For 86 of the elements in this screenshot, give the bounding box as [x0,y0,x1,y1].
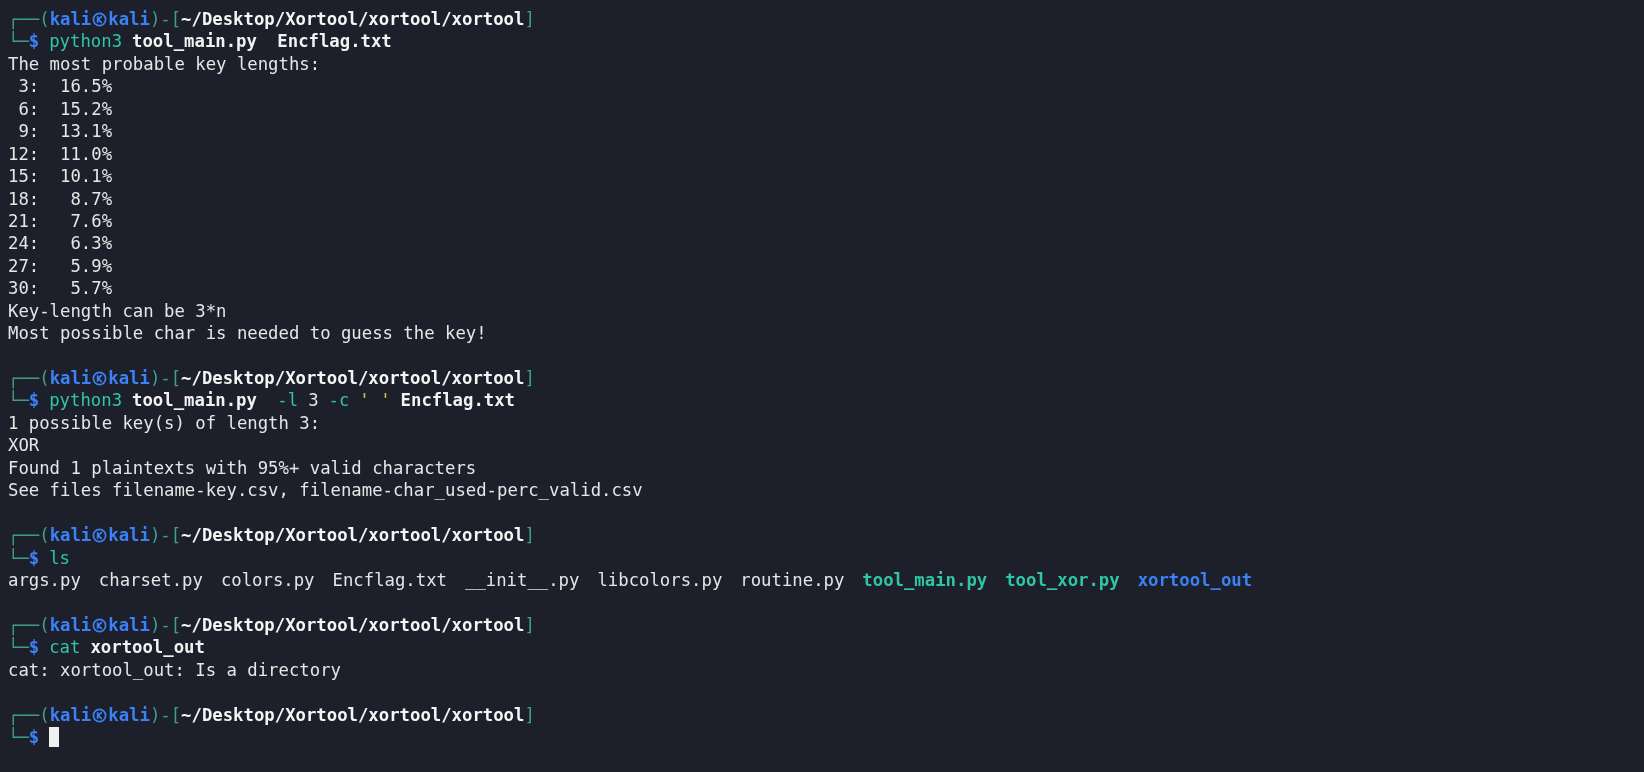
output-line: 24: 6.3% [8,232,113,255]
file-name: routine.py [740,568,845,592]
prompt-frame: ┌──( [8,614,50,635]
output-line: Key-length can be 3*n [8,299,227,323]
output-line: 27: 5.9% [8,254,113,278]
command-token: -c [328,389,350,412]
prompt-frame: └─ [8,30,29,53]
prompt-frame: └─ [8,726,29,749]
file-name: __init__.py [465,568,580,592]
output-line: The most probable key lengths: [8,52,321,76]
output-line: 6: 15.2% [17,97,113,121]
prompt-symbol: $ [28,727,40,749]
prompt-frame: └─ [8,546,29,569]
command-token: -l [276,389,299,412]
output-line: 21: 7.6% [8,209,113,233]
output-line: 12: 11.0% [8,142,113,166]
prompt-path: ~/Desktop/Xortool/xortool/xortool [181,9,525,29]
prompt-path: ~/Desktop/Xortool/xortool/xortool [181,525,525,546]
output-line: See files filename-key.csv, filename-char_used-perc_valid.csv [8,479,643,502]
prompt-user: kali [49,368,92,388]
command-token: tool_main.py [132,389,257,412]
prompt-frame: )-[ [149,614,182,635]
command-token: python3 [49,389,123,412]
prompt-frame: )-[ [149,9,182,29]
output-line: 30: 5.7% [8,277,113,300]
file-name: charset.py [98,568,203,592]
command-token: ' ' [359,389,391,412]
prompt-symbol: $ [28,546,40,569]
output-line: 3: 16.5% [17,75,113,98]
command-token: xortool_out [90,636,205,659]
prompt-symbol: $ [28,636,40,659]
prompt-symbol: $ [28,389,40,412]
prompt-frame: ] [524,614,535,635]
output-line: 9: 13.1% [17,120,113,143]
file-name: tool_main.py [862,568,988,592]
prompt-frame: )-[ [149,525,182,546]
prompt-frame: ┌──( [8,9,50,29]
circled-k-icon [92,707,108,723]
file-name: colors.py [220,568,315,592]
prompt-path: ~/Desktop/Xortool/xortool/xortool [181,614,525,635]
file-name: args.py [8,568,81,592]
prompt-host: kali [108,9,150,29]
command-token: python3 [49,30,123,53]
prompt-host: kali [108,614,150,635]
prompt-frame: ┌──( [8,368,50,388]
circled-k-icon [92,12,108,27]
prompt-user: kali [49,614,92,635]
command-token: ls [49,546,71,569]
file-name: Encflag.txt [332,568,447,592]
circled-k-icon [92,528,108,544]
prompt-user: kali [49,9,92,29]
prompt-frame: ┌──( [8,704,50,725]
prompt-frame: └─ [8,389,29,412]
prompt-frame: └─ [8,636,29,659]
output-line: 1 possible key(s) of length 3: [8,411,321,435]
prompt-host: kali [108,525,150,546]
prompt-frame: ] [524,9,535,29]
prompt-frame: ] [524,704,535,725]
output-line: XOR [8,434,40,457]
command-token: 3 [308,389,319,412]
file-name: tool_xor.py [1005,568,1120,592]
file-name: libcolors.py [597,568,723,592]
prompt-host: kali [108,704,150,725]
command-token: Encflag.txt [276,30,392,53]
prompt-frame: )-[ [149,368,182,388]
circled-k-icon [92,617,108,633]
prompt-frame: )-[ [149,704,182,725]
command-token: cat [49,636,81,659]
prompt-path: ~/Desktop/Xortool/xortool/xortool [181,368,525,388]
prompt-symbol: $ [28,30,40,53]
output-line: cat: xortool_out: Is a directory [8,658,341,682]
prompt-frame: ] [524,525,535,546]
prompt-user: kali [49,525,92,546]
prompt-user: kali [49,704,92,725]
file-name: xortool_out [1137,568,1253,592]
prompt-frame: ┌──( [8,525,50,546]
command-token: tool_main.py [132,30,257,53]
output-line: 18: 8.7% [8,187,113,210]
output-line: Most possible char is needed to guess the key! [8,322,487,345]
prompt-host: kali [108,368,150,388]
output-line: 15: 10.1% [8,165,113,188]
prompt-path: ~/Desktop/Xortool/xortool/xortool [181,704,525,725]
circled-k-icon [92,371,108,386]
command-token: Encflag.txt [400,389,516,412]
prompt-frame: ] [524,368,535,388]
output-line: Found 1 plaintexts with 95%+ valid characters [8,456,477,480]
